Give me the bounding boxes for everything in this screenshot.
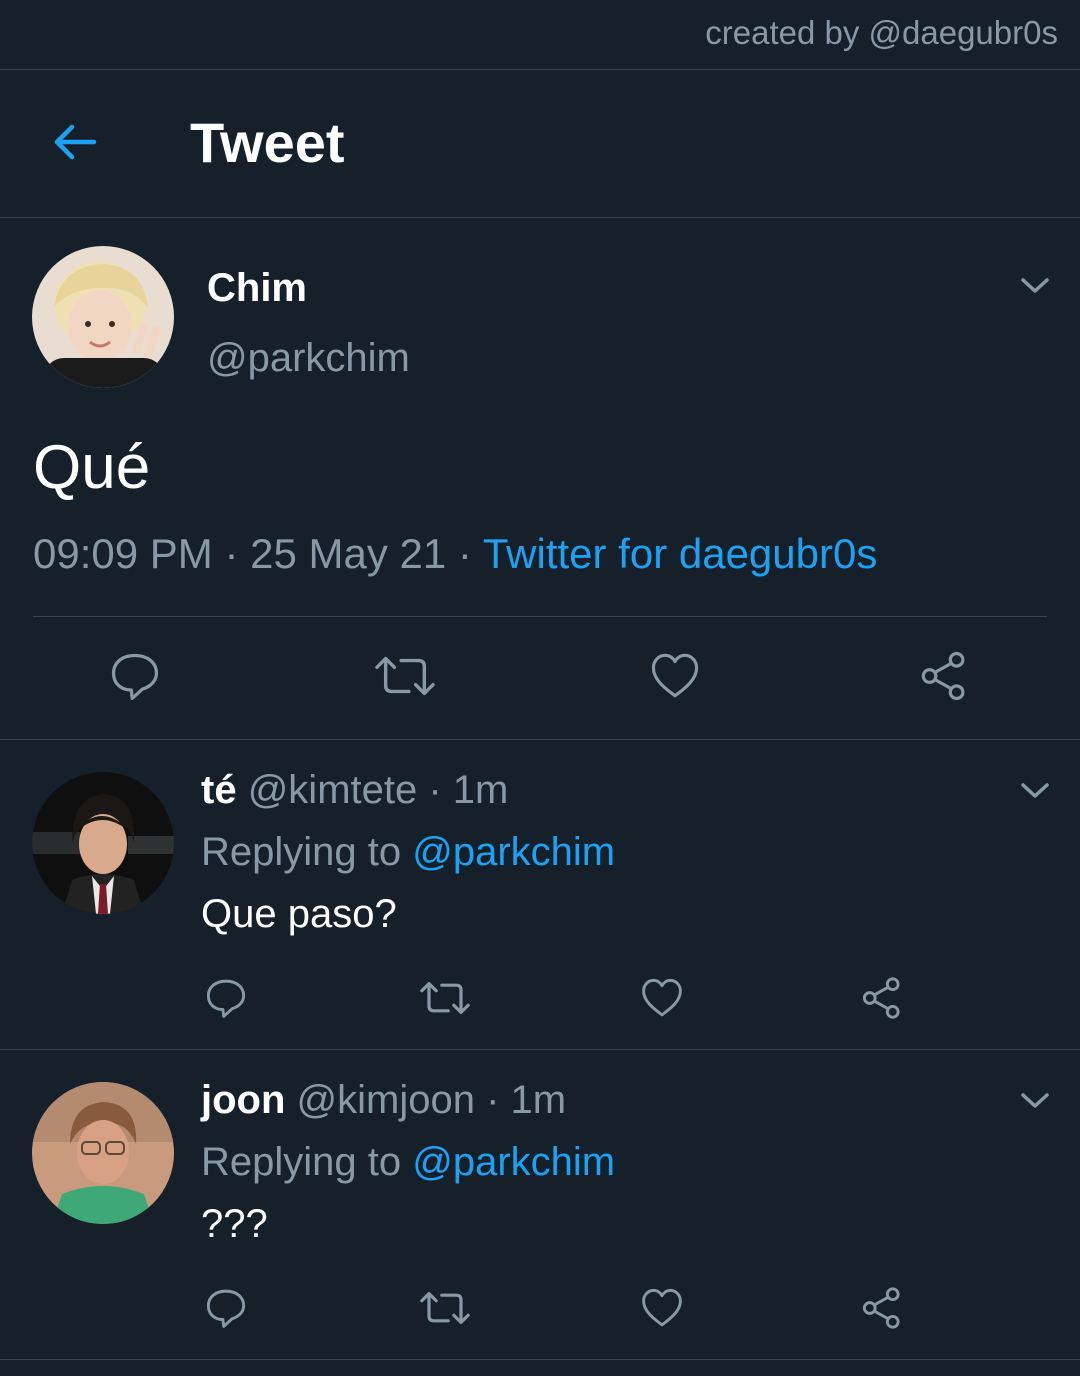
retweet-icon [420,1292,470,1324]
like-button[interactable] [637,1283,687,1333]
meta-divider [33,616,1047,617]
share-button[interactable] [914,646,974,706]
reply-button[interactable] [105,646,165,706]
reply-author-handle[interactable]: @kimjoon [297,1078,475,1122]
avatar-chim[interactable] [32,246,174,388]
reply-icon [111,653,159,701]
share-icon [862,1287,900,1329]
header-bar: Tweet [0,70,1080,218]
share-button[interactable] [857,973,907,1023]
replying-to: Replying to @parkchim [201,1140,615,1185]
like-button[interactable] [637,973,687,1023]
replying-to-label: Replying to [201,830,413,874]
reply-icon [206,1289,246,1328]
retweet-icon [420,982,470,1014]
tweet-divider [0,739,1080,740]
tweet-client-link[interactable]: Twitter for daegubr0s [483,530,878,577]
share-icon [921,651,965,701]
mention-link[interactable]: @parkchim [412,830,615,874]
share-button[interactable] [857,1283,907,1333]
reply-button[interactable] [201,1283,251,1333]
mention-link[interactable]: @parkchim [412,1140,615,1184]
reply-button[interactable] [201,973,251,1023]
reply-header: té @kimtete · 1m [201,768,508,813]
retweet-button[interactable] [418,1283,472,1333]
reply-text: Que paso? [201,892,397,936]
meta-separator: · [212,530,251,577]
tweet-time: 09:09 PM [33,530,213,577]
reply-author-handle[interactable]: @kimtete [248,768,418,812]
avatar-kimtete[interactable] [32,772,174,914]
reply-divider [0,1359,1080,1360]
author-handle[interactable]: @parkchim [207,336,410,381]
reply-time: 1m [452,768,509,812]
tweet-date: 25 May 21 [250,530,447,577]
tweet-meta: 09:09 PM · 25 May 21 · Twitter for daegu… [33,530,877,578]
reply-author-name[interactable]: té [201,768,237,812]
retweet-button[interactable] [418,973,472,1023]
retweet-button[interactable] [373,646,437,706]
like-icon [651,653,699,698]
retweet-icon [375,656,435,696]
meta-separator: · [446,530,483,577]
like-icon [642,1288,682,1327]
like-icon [642,978,682,1017]
meta-separator: · [474,1078,511,1122]
reply-author-name[interactable]: joon [201,1078,285,1122]
chevron-down-icon[interactable] [1020,276,1050,296]
reply-text: ??? [201,1202,268,1246]
reply-divider [0,1049,1080,1050]
chevron-down-icon[interactable] [1020,781,1050,801]
creator-credit: created by @daegubr0s [705,14,1058,51]
back-arrow-icon[interactable] [50,118,98,166]
replying-to-label: Replying to [201,1140,413,1184]
meta-separator: · [417,768,453,812]
reply-icon [206,979,246,1018]
avatar-kimjoon[interactable] [32,1082,174,1224]
reply-time: 1m [510,1078,567,1122]
author-name[interactable]: Chim [207,266,307,311]
page-title: Tweet [190,111,345,174]
tweet-text: Qué [33,433,151,502]
replying-to: Replying to @parkchim [201,830,615,875]
share-icon [862,977,900,1019]
like-button[interactable] [645,646,705,706]
reply-header: joon @kimjoon · 1m [201,1078,566,1123]
chevron-down-icon[interactable] [1020,1091,1050,1111]
